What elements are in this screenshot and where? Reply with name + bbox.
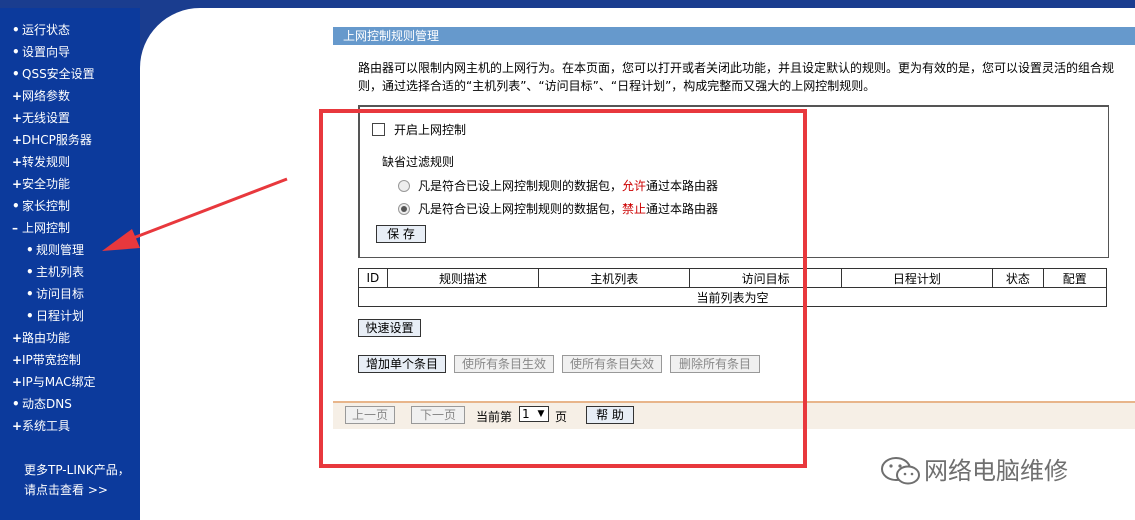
expand-icon: + — [12, 111, 23, 125]
sidebar-item-access-target[interactable]: • 访问目标 — [26, 284, 84, 304]
sidebar-item-setup-wizard[interactable]: • 设置向导 — [12, 42, 70, 62]
sidebar-item-wireless[interactable]: +无线设置 — [12, 108, 70, 128]
expand-icon: + — [12, 375, 23, 389]
expand-icon: + — [12, 353, 23, 367]
sidebar-item-label: IP与MAC绑定 — [22, 375, 96, 389]
intro-text: 路由器可以限制内网主机的上网行为。在本页面，您可以打开或者关闭此功能，并且设定默… — [358, 61, 1115, 93]
expand-icon: + — [12, 89, 23, 103]
sidebar-item-status[interactable]: • 运行状态 — [12, 20, 70, 40]
sidebar-item-parental[interactable]: • 家长控制 — [12, 196, 70, 216]
sidebar-item-label: 日程计划 — [36, 309, 85, 323]
sidebar-item-ddns[interactable]: • 动态DNS — [12, 394, 72, 414]
sidebar-item-label: DHCP服务器 — [22, 133, 92, 147]
sidebar-item-label: 规则管理 — [36, 243, 85, 257]
sidebar-item-dhcp[interactable]: +DHCP服务器 — [12, 130, 92, 150]
sidebar-item-rule-management[interactable]: • 规则管理 — [26, 240, 84, 260]
wechat-icon — [881, 457, 920, 485]
bullet-icon: • — [12, 199, 20, 213]
sidebar-item-bandwidth[interactable]: +IP带宽控制 — [12, 350, 81, 370]
sidebar-item-label: 家长控制 — [22, 199, 71, 213]
column-header: 配置 — [1042, 268, 1108, 288]
sidebar-item-label: 无线设置 — [22, 111, 71, 125]
sidebar-item-forwarding[interactable]: +转发规则 — [12, 152, 70, 172]
sidebar-item-label: 系统工具 — [22, 419, 71, 433]
sidebar-item-label: 访问目标 — [36, 287, 85, 301]
bullet-icon: • — [12, 67, 20, 81]
panel-title: 上网控制规则管理 — [333, 27, 1135, 45]
bullet-icon: • — [12, 45, 20, 59]
expand-icon: + — [12, 133, 23, 147]
watermark-text: 网络电脑维修 — [924, 457, 1068, 485]
column-header: 日程计划 — [840, 268, 994, 288]
sidebar-item-label: 路由功能 — [22, 331, 71, 345]
sidebar-item-label: 上网控制 — [22, 221, 71, 235]
sidebar-item-label: QSS安全设置 — [22, 67, 95, 81]
sidebar-item-system-tools[interactable]: +系统工具 — [12, 416, 70, 436]
sidebar-item-access-control[interactable]: – 上网控制 — [12, 218, 70, 238]
watermark: 网络电脑维修 — [878, 456, 1068, 486]
bullet-icon: • — [26, 265, 34, 279]
collapse-icon: – — [12, 221, 18, 235]
bullet-icon: • — [12, 23, 20, 37]
sidebar-item-label: 转发规则 — [22, 155, 71, 169]
expand-icon: + — [12, 177, 23, 191]
column-header: 状态 — [992, 268, 1044, 288]
red-highlight-box — [319, 109, 807, 468]
sidebar-item-network[interactable]: +网络参数 — [12, 86, 70, 106]
promo-line: 更多TP-LINK产品， — [24, 463, 130, 477]
sidebar-item-routing[interactable]: +路由功能 — [12, 328, 70, 348]
sidebar-item-label: 设置向导 — [22, 45, 71, 59]
sidebar-item-label: 运行状态 — [22, 23, 71, 37]
sidebar-item-label: 动态DNS — [22, 397, 72, 411]
sidebar-item-label: 安全功能 — [22, 177, 71, 191]
bullet-icon: • — [12, 397, 20, 411]
bullet-icon: • — [26, 243, 34, 257]
sidebar-item-host-list[interactable]: • 主机列表 — [26, 262, 84, 282]
expand-icon: + — [12, 155, 23, 169]
sidebar-item-label: IP带宽控制 — [22, 353, 81, 367]
expand-icon: + — [12, 419, 23, 433]
bullet-icon: • — [26, 309, 34, 323]
sidebar-item-schedule[interactable]: • 日程计划 — [26, 306, 84, 326]
sidebar-item-ip-mac[interactable]: +IP与MAC绑定 — [12, 372, 96, 392]
top-bar — [0, 0, 1135, 8]
promo-line: 请点击查看 >> — [24, 483, 108, 497]
bullet-icon: • — [26, 287, 34, 301]
sidebar-item-security[interactable]: +安全功能 — [12, 174, 70, 194]
sidebar-item-qss[interactable]: • QSS安全设置 — [12, 64, 95, 84]
expand-icon: + — [12, 331, 23, 345]
sidebar-item-label: 主机列表 — [36, 265, 85, 279]
promo-link[interactable]: 更多TP-LINK产品， 请点击查看 >> — [24, 460, 130, 500]
sidebar-item-label: 网络参数 — [22, 89, 71, 103]
